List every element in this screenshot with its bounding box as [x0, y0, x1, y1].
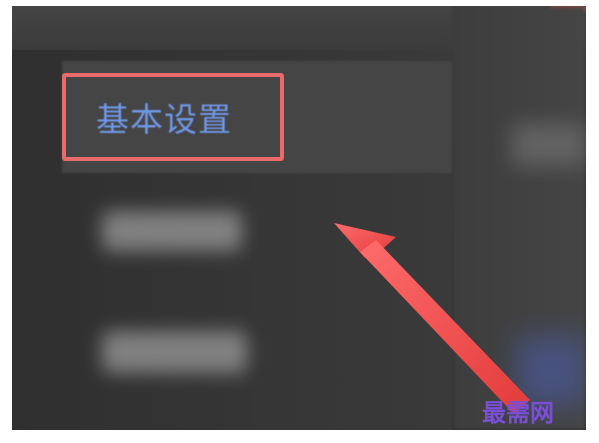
highlight-box: 基本设置	[62, 73, 284, 161]
blurred-right-item	[512, 124, 586, 166]
sidebar-item-basic-settings[interactable]: 基本设置	[96, 93, 232, 141]
watermark-text: 最需网	[482, 398, 554, 427]
screenshot-frame: 基本设置	[12, 6, 586, 430]
blurred-sidebar-item[interactable]	[102, 211, 242, 251]
blurred-sidebar-item[interactable]	[102, 331, 247, 373]
